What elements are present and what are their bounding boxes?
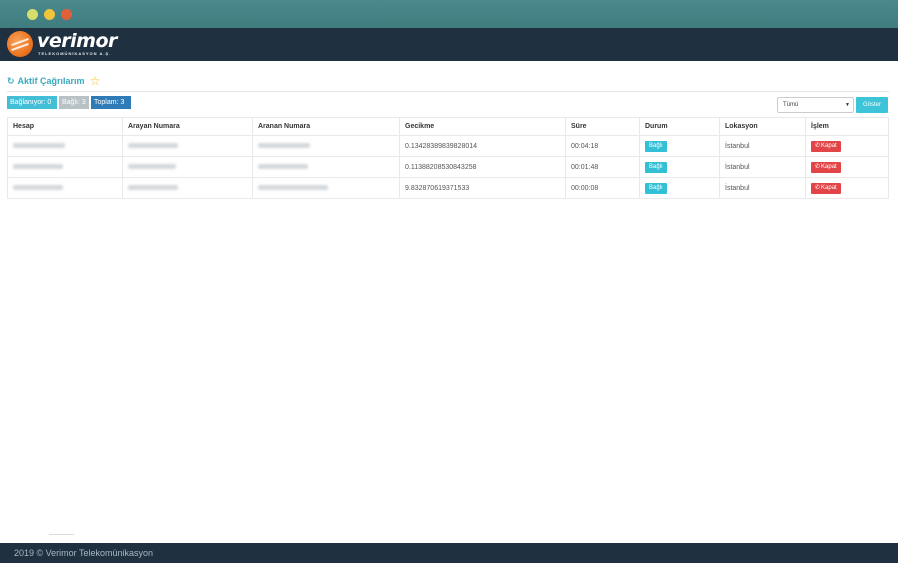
column-header-duration[interactable]: Süre	[565, 117, 640, 136]
caller-cell-redacted	[122, 156, 253, 178]
phone-icon: ✆	[815, 142, 821, 149]
refresh-icon[interactable]: ↻	[7, 76, 15, 87]
page-title-text: Aktif Çağrılarım	[17, 76, 85, 86]
status-cell: Bağlı	[639, 156, 720, 178]
hangup-button[interactable]: ✆Kapat	[811, 182, 841, 194]
table-row: 9.832870619371533 00:00:08 Bağlı İstanbu…	[7, 177, 889, 199]
table-row: 0.11388208530843258 00:01:48 Bağlı İstan…	[7, 156, 889, 178]
verimor-logo-icon[interactable]	[7, 31, 33, 57]
footer: 2019 © Verimor Telekomünikasyon	[0, 543, 898, 563]
app-header	[0, 28, 898, 61]
window-titlebar	[0, 0, 898, 28]
caller-cell-redacted	[122, 135, 253, 157]
page-title: ↻ Aktif Çağrılarım ☆	[7, 74, 100, 88]
status-filter-value: Tümü	[783, 102, 799, 108]
column-header-account[interactable]: Hesap	[7, 117, 123, 136]
duration-cell: 00:04:18	[565, 135, 640, 157]
delay-cell: 9.832870619371533	[399, 177, 566, 199]
callee-cell-redacted	[252, 156, 400, 178]
location-cell: İstanbul	[719, 177, 806, 199]
callee-cell-redacted	[252, 177, 400, 199]
brand-subtitle: TELEKOMÜNİKASYON A.Ş.	[38, 51, 112, 56]
hangup-label: Kapat	[821, 142, 837, 149]
status-filter-select[interactable]: Tümü ▼	[777, 97, 854, 113]
caller-cell-redacted	[122, 177, 253, 199]
badge-connected: Bağlı: 3	[59, 96, 89, 109]
window-close-button[interactable]	[61, 9, 72, 20]
delay-cell: 0.13428389839828014	[399, 135, 566, 157]
location-cell: İstanbul	[719, 135, 806, 157]
window-zoom-button[interactable]	[44, 9, 55, 20]
account-cell-redacted	[7, 177, 123, 199]
column-header-status[interactable]: Durum	[639, 117, 720, 136]
hangup-label: Kapat	[821, 163, 837, 170]
duration-cell: 00:01:48	[565, 156, 640, 178]
favorite-star-icon[interactable]: ☆	[90, 74, 101, 88]
active-calls-table: Hesap Arayan Numara Aranan Numara Gecikm…	[7, 117, 889, 199]
status-badge: Bağlı	[645, 182, 667, 194]
status-badge: Bağlı	[645, 140, 667, 152]
status-badge: Bağlı	[645, 161, 667, 173]
badge-total: Toplam: 3	[91, 96, 131, 109]
duration-cell: 00:00:08	[565, 177, 640, 199]
hangup-button[interactable]: ✆Kapat	[811, 161, 841, 173]
phone-icon: ✆	[815, 184, 821, 191]
badge-connecting: Bağlanıyor: 0	[7, 96, 57, 109]
delay-cell: 0.11388208530843258	[399, 156, 566, 178]
column-header-callee[interactable]: Aranan Numara	[252, 117, 400, 136]
brand-name[interactable]: verimor	[37, 30, 117, 52]
action-cell: ✆Kapat	[805, 135, 889, 157]
column-header-location[interactable]: Lokasyon	[719, 117, 806, 136]
divider	[7, 91, 889, 92]
table-header-row: Hesap Arayan Numara Aranan Numara Gecikm…	[7, 117, 889, 136]
account-cell-redacted	[7, 135, 123, 157]
account-cell-redacted	[7, 156, 123, 178]
table-row: 0.13428389839828014 00:04:18 Bağlı İstan…	[7, 135, 889, 157]
chevron-down-icon: ▼	[845, 102, 850, 108]
footer-copyright: 2019 © Verimor Telekomünikasyon	[14, 548, 154, 558]
hangup-button[interactable]: ✆Kapat	[811, 140, 841, 152]
column-header-delay[interactable]: Gecikme	[399, 117, 566, 136]
column-header-action[interactable]: İşlem	[805, 117, 889, 136]
show-button[interactable]: Göster	[856, 97, 888, 113]
callee-cell-redacted	[252, 135, 400, 157]
action-cell: ✆Kapat	[805, 156, 889, 178]
phone-icon: ✆	[815, 163, 821, 170]
hangup-label: Kapat	[821, 184, 837, 191]
action-cell: ✆Kapat	[805, 177, 889, 199]
window-minimize-button[interactable]	[27, 9, 38, 20]
status-cell: Bağlı	[639, 135, 720, 157]
status-cell: Bağlı	[639, 177, 720, 199]
location-cell: İstanbul	[719, 156, 806, 178]
divider	[49, 534, 74, 535]
column-header-caller[interactable]: Arayan Numara	[122, 117, 253, 136]
